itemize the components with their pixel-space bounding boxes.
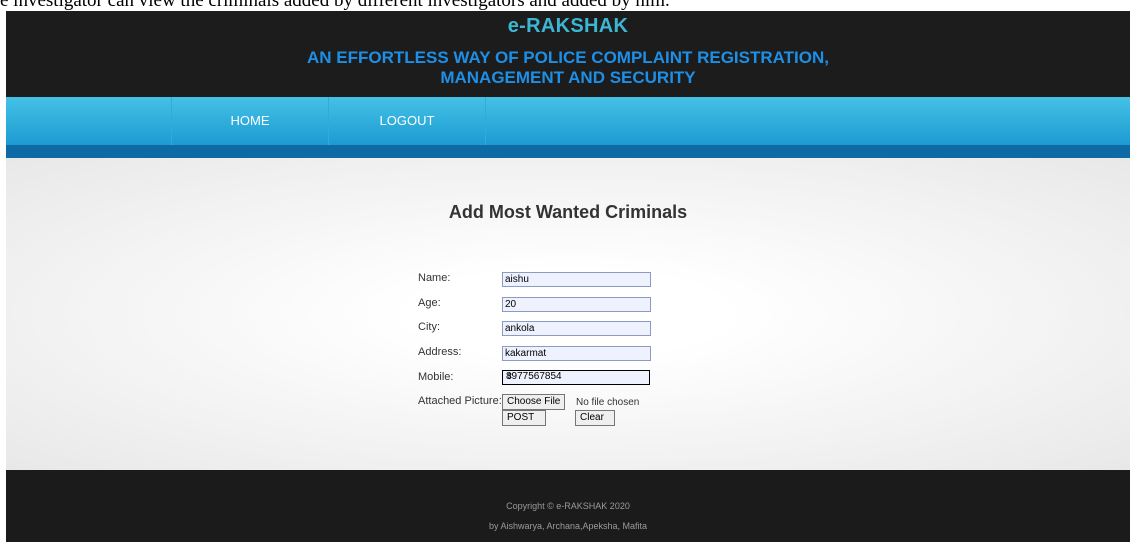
city-label: City: [418, 321, 440, 333]
address-label: Address: [418, 346, 462, 358]
copyright-text: Copyright © e-RAKSHAK 2020 [506, 501, 630, 511]
mobile-label: Mobile: [418, 371, 454, 383]
post-button[interactable]: POST [502, 410, 546, 426]
page-title: Add Most Wanted Criminals [448, 202, 688, 222]
no-file-chosen-text: No file chosen [576, 397, 640, 408]
site-header: e-RAKSHAK AN EFFORTLESS WAY OF POLICE CO… [6, 11, 1130, 97]
nav-home[interactable]: HOME [171, 97, 329, 145]
tagline-line-1: AN EFFORTLESS WAY OF POLICE COMPLAINT RE… [307, 48, 829, 67]
age-field[interactable] [502, 297, 651, 312]
name-label: Name: [418, 272, 451, 284]
brand-title: e-RAKSHAK [507, 15, 629, 37]
site-footer: Copyright © e-RAKSHAK 2020 by Aishwarya,… [6, 470, 1130, 542]
site-tagline: AN EFFORTLESS WAY OF POLICE COMPLAINT RE… [6, 48, 1130, 88]
app-window: e-RAKSHAK AN EFFORTLESS WAY OF POLICE CO… [6, 11, 1130, 542]
credits-text: by Aishwarya, Archana,Apeksha, Mafita [488, 521, 648, 531]
city-field[interactable] [502, 321, 651, 336]
nav-underline-bar [6, 145, 1130, 158]
name-field[interactable] [502, 272, 651, 287]
tagline-line-2: MANAGEMENT AND SECURITY [440, 68, 696, 87]
main-nav: HOME LOGOUT [6, 97, 1130, 145]
mobile-field[interactable]: 8977567854 ⇕ [502, 370, 650, 385]
stepper-icon[interactable]: ⇕ [506, 371, 646, 382]
age-label: Age: [418, 297, 441, 309]
choose-file-button[interactable]: Choose File [502, 394, 566, 410]
clear-button[interactable]: Clear [575, 410, 615, 426]
main-content: Add Most Wanted Criminals Name: Age: Cit… [6, 158, 1130, 470]
document-caption: e investigator can view the criminals ad… [0, 0, 670, 11]
nav-logout[interactable]: LOGOUT [328, 97, 486, 145]
address-field[interactable] [502, 346, 651, 361]
picture-label: Attached Picture: [418, 395, 502, 407]
